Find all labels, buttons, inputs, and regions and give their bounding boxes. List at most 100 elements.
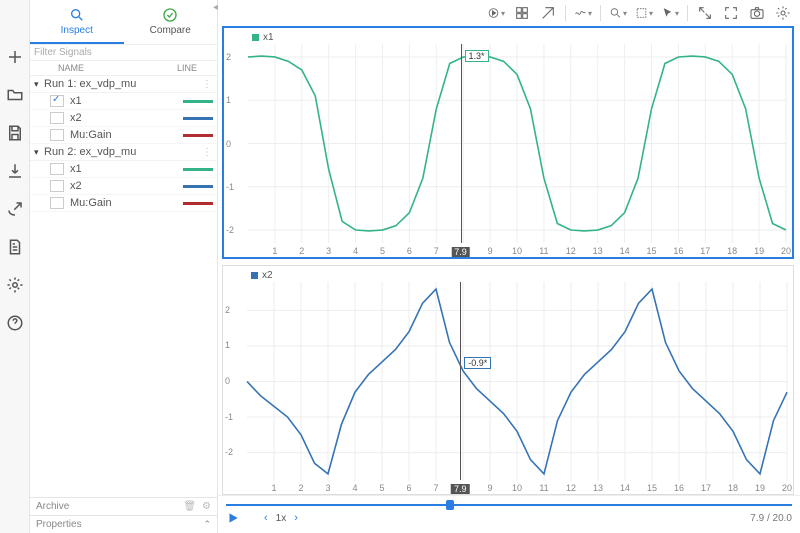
x-tick: 18 bbox=[728, 483, 738, 493]
chart-x1[interactable]: x1-2-10121234567891011121314151617181920… bbox=[222, 26, 794, 259]
save-icon[interactable] bbox=[4, 122, 26, 144]
filter-signals-input[interactable]: Filter Signals bbox=[30, 44, 217, 61]
y-tick: -1 bbox=[225, 412, 233, 422]
expand-icon[interactable] bbox=[696, 4, 714, 22]
x-tick: 14 bbox=[620, 483, 630, 493]
playback-scrubber[interactable] bbox=[226, 499, 792, 511]
y-tick: 1 bbox=[225, 340, 230, 350]
playback-time: 7.9 / 20.0 bbox=[750, 513, 792, 524]
x-tick: 3 bbox=[325, 483, 330, 493]
tab-compare-label: Compare bbox=[150, 25, 191, 36]
clear-plot-icon[interactable] bbox=[539, 4, 557, 22]
y-tick: -2 bbox=[226, 225, 234, 235]
layout-grid-icon[interactable] bbox=[513, 4, 531, 22]
x-tick: 16 bbox=[673, 246, 683, 256]
speed-down-button[interactable]: ‹ bbox=[264, 512, 268, 524]
fit-icon[interactable] bbox=[722, 4, 740, 22]
y-tick: -2 bbox=[225, 447, 233, 457]
y-tick: 1 bbox=[226, 95, 231, 105]
import-icon[interactable] bbox=[4, 160, 26, 182]
cursor-line[interactable] bbox=[460, 282, 461, 481]
cursor-x-label: 7.9 bbox=[451, 484, 470, 494]
properties-panel-header[interactable]: Properties⌃ bbox=[30, 515, 217, 533]
x-tick: 18 bbox=[727, 246, 737, 256]
left-icon-strip bbox=[0, 0, 30, 533]
signal-row[interactable]: x1 bbox=[30, 161, 217, 178]
signal-checkbox[interactable] bbox=[50, 112, 64, 124]
archive-settings-icon[interactable]: ⚙ bbox=[202, 501, 211, 512]
signal-tree: ▾Run 1: ex_vdp_mu⋮ x1 x2 Mu:Gain ▾Run 2: ex_… bbox=[30, 76, 217, 497]
y-tick: 2 bbox=[225, 305, 230, 315]
plot-type-icon[interactable] bbox=[574, 4, 592, 22]
x-tick: 13 bbox=[593, 246, 603, 256]
x-tick: 7 bbox=[433, 483, 438, 493]
signal-row[interactable]: x1 bbox=[30, 93, 217, 110]
app-root: ◂ Inspect Compare Filter Signals NAME LI… bbox=[0, 0, 800, 533]
signal-row[interactable]: x2 bbox=[30, 110, 217, 127]
x-tick: 15 bbox=[646, 246, 656, 256]
run-row[interactable]: ▾Run 1: ex_vdp_mu⋮ bbox=[30, 76, 217, 93]
plot-settings-icon[interactable] bbox=[774, 4, 792, 22]
axes-link-icon[interactable] bbox=[635, 4, 653, 22]
signal-row[interactable]: Mu:Gain bbox=[30, 195, 217, 212]
x-tick: 1 bbox=[271, 483, 276, 493]
x-tick: 3 bbox=[326, 246, 331, 256]
playback-bar: ‹ 1x › 7.9 / 20.0 bbox=[218, 495, 800, 533]
x-tick: 9 bbox=[487, 483, 492, 493]
cursor-line[interactable] bbox=[461, 44, 462, 243]
signal-swatch bbox=[183, 202, 213, 205]
y-tick: 2 bbox=[226, 52, 231, 62]
speed-up-button[interactable]: › bbox=[294, 512, 298, 524]
archive-panel-header[interactable]: Archive 🗑 ⚙ bbox=[30, 497, 217, 515]
x-tick: 6 bbox=[406, 483, 411, 493]
signal-swatch bbox=[183, 100, 213, 103]
tab-compare[interactable]: Compare bbox=[124, 0, 218, 44]
signal-label: x1 bbox=[70, 95, 183, 107]
signal-row[interactable]: x2 bbox=[30, 178, 217, 195]
x-tick: 17 bbox=[701, 483, 711, 493]
signal-swatch bbox=[183, 134, 213, 137]
col-name[interactable]: NAME bbox=[58, 61, 177, 75]
archive-trash-icon[interactable]: 🗑 bbox=[183, 501, 196, 512]
x-tick: 12 bbox=[566, 483, 576, 493]
col-line[interactable]: LINE bbox=[177, 61, 217, 75]
signal-label: Mu:Gain bbox=[70, 129, 183, 141]
cursor-arrow-icon[interactable] bbox=[661, 4, 679, 22]
chart-x2[interactable]: x2-2-10121234567891011121314151617181920… bbox=[222, 265, 794, 496]
run-menu-icon[interactable]: ⋮ bbox=[202, 79, 213, 90]
x-tick: 16 bbox=[674, 483, 684, 493]
run-row[interactable]: ▾Run 2: ex_vdp_mu⋮ bbox=[30, 144, 217, 161]
help-icon[interactable] bbox=[4, 312, 26, 334]
x-tick: 2 bbox=[299, 246, 304, 256]
run-menu-icon[interactable]: ⋮ bbox=[202, 147, 213, 158]
x-tick: 10 bbox=[512, 246, 522, 256]
signal-checkbox[interactable] bbox=[50, 129, 64, 141]
signal-checkbox[interactable] bbox=[50, 197, 64, 209]
zoom-icon[interactable] bbox=[609, 4, 627, 22]
signal-swatch bbox=[183, 168, 213, 171]
snapshot-icon[interactable] bbox=[748, 4, 766, 22]
play-button[interactable] bbox=[226, 511, 240, 525]
signal-checkbox[interactable] bbox=[50, 163, 64, 175]
signal-label: x2 bbox=[70, 180, 183, 192]
signal-swatch bbox=[183, 117, 213, 120]
tab-inspect[interactable]: Inspect bbox=[30, 0, 124, 44]
report-icon[interactable] bbox=[4, 236, 26, 258]
export-icon[interactable] bbox=[4, 198, 26, 220]
x-tick: 4 bbox=[352, 483, 357, 493]
x-tick: 13 bbox=[593, 483, 603, 493]
settings-icon[interactable] bbox=[4, 274, 26, 296]
signal-checkbox[interactable] bbox=[50, 180, 64, 192]
y-tick: 0 bbox=[225, 376, 230, 386]
x-tick: 15 bbox=[647, 483, 657, 493]
signal-row[interactable]: Mu:Gain bbox=[30, 127, 217, 144]
signal-panel: ◂ Inspect Compare Filter Signals NAME LI… bbox=[30, 0, 218, 533]
tab-inspect-label: Inspect bbox=[61, 25, 93, 36]
signal-label: Mu:Gain bbox=[70, 197, 183, 209]
stream-icon[interactable] bbox=[487, 4, 505, 22]
folder-icon[interactable] bbox=[4, 84, 26, 106]
signal-columns-header: NAME LINE bbox=[30, 61, 217, 76]
x-tick: 20 bbox=[782, 483, 792, 493]
signal-checkbox[interactable] bbox=[50, 95, 64, 107]
add-icon[interactable] bbox=[4, 46, 26, 68]
